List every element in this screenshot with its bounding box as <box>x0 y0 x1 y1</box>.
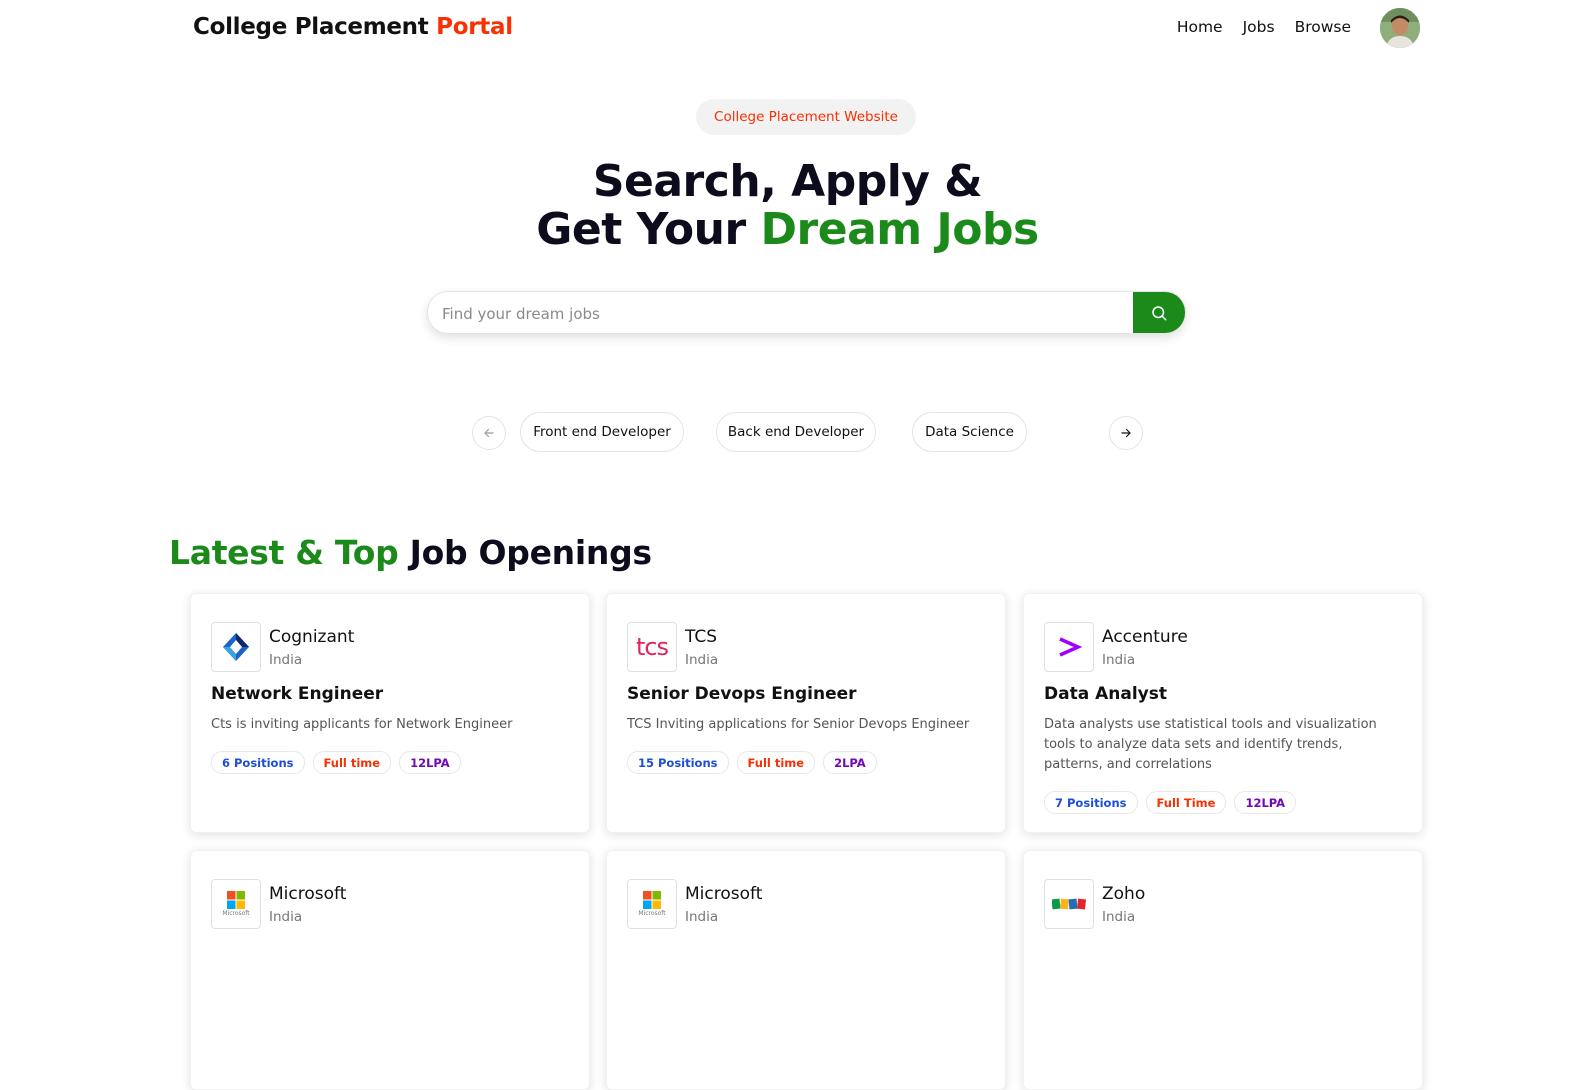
brand-accent: Portal <box>436 14 513 40</box>
category-chip[interactable]: Back end Developer <box>716 412 876 452</box>
job-card[interactable]: Zoho India <box>1023 850 1423 1090</box>
positions-badge: 7 Positions <box>1044 791 1138 814</box>
job-card[interactable]: Microsoft Microsoft India <box>606 850 1006 1090</box>
brand-logo[interactable]: College Placement Portal <box>193 14 513 40</box>
cognizant-logo-icon <box>223 633 249 661</box>
job-description: Cts is inviting applicants for Network E… <box>211 717 513 732</box>
brand-main: College Placement <box>193 14 429 40</box>
company-logo: Microsoft <box>211 879 261 929</box>
section-title-rest: Job Openings <box>409 533 652 572</box>
microsoft-logo-text: Microsoft <box>222 910 250 917</box>
job-location: India <box>685 909 719 925</box>
category-chip[interactable]: Front end Developer <box>520 412 684 452</box>
hero-headline: Search, Apply & Get Your Dream Jobs <box>0 158 1575 254</box>
accenture-logo-icon <box>1059 637 1083 657</box>
carousel-next-button[interactable] <box>1109 416 1143 450</box>
company-logo <box>1044 622 1094 672</box>
positions-badge: 6 Positions <box>211 751 305 774</box>
job-type-badge: Full time <box>736 751 816 774</box>
job-badges: 15 Positions Full time 2LPA <box>627 751 877 774</box>
section-title-accent: Latest & Top <box>169 533 399 572</box>
top-nav: Home Jobs Browse <box>1177 18 1351 36</box>
arrow-right-icon <box>1121 428 1131 438</box>
job-description: TCS Inviting applications for Senior Dev… <box>627 717 970 732</box>
positions-badge: 15 Positions <box>627 751 729 774</box>
nav-home-link[interactable]: Home <box>1177 18 1223 36</box>
job-title: Data Analyst <box>1044 684 1167 704</box>
company-name: Accenture <box>1102 627 1188 647</box>
job-title: Senior Devops Engineer <box>627 684 857 704</box>
job-card[interactable]: Microsoft Microsoft India <box>190 850 590 1090</box>
search-icon <box>1152 305 1167 320</box>
job-type-badge: Full time <box>312 751 392 774</box>
salary-badge: 12LPA <box>399 751 461 774</box>
job-location: India <box>269 652 303 668</box>
company-logo: Microsoft <box>627 879 677 929</box>
arrow-left-icon <box>484 428 494 438</box>
company-logo: tcs <box>627 622 677 672</box>
job-title: Network Engineer <box>211 684 384 704</box>
job-badges: 7 Positions Full Time 12LPA <box>1044 791 1297 814</box>
tcs-logo-icon: tcs <box>635 633 669 661</box>
zoho-logo-icon <box>1052 898 1086 910</box>
search-bar <box>427 291 1186 334</box>
job-badges: 6 Positions Full time 12LPA <box>211 751 461 774</box>
company-name: Zoho <box>1102 884 1146 904</box>
job-location: India <box>1102 909 1136 925</box>
microsoft-logo-icon <box>227 891 245 909</box>
job-card[interactable]: Cognizant India Network Engineer Cts is … <box>190 593 590 833</box>
section-title: Latest & Top Job Openings <box>169 533 652 572</box>
job-description: Data analysts use statistical tools and … <box>1044 717 1377 772</box>
company-logo <box>1044 879 1094 929</box>
microsoft-logo-text: Microsoft <box>638 910 666 917</box>
company-name: TCS <box>685 627 718 647</box>
headline-line2-prefix: Get Your <box>536 204 746 255</box>
company-name: Cognizant <box>269 627 355 647</box>
job-location: India <box>685 652 719 668</box>
company-name: Microsoft <box>685 884 763 904</box>
user-avatar[interactable] <box>1380 8 1420 48</box>
company-name: Microsoft <box>269 884 347 904</box>
salary-badge: 12LPA <box>1234 791 1297 814</box>
user-avatar-icon <box>1380 8 1420 48</box>
search-input[interactable] <box>440 292 1124 333</box>
carousel-prev-button[interactable] <box>472 416 506 450</box>
job-location: India <box>1102 652 1136 668</box>
company-logo <box>211 622 261 672</box>
headline-line2-accent: Dream Jobs <box>760 204 1040 255</box>
hero-tagline-badge: College Placement Website <box>696 99 916 135</box>
nav-jobs-link[interactable]: Jobs <box>1243 18 1275 36</box>
job-location: India <box>269 909 303 925</box>
microsoft-logo-icon <box>643 891 661 909</box>
search-button[interactable] <box>1133 292 1185 333</box>
nav-browse-link[interactable]: Browse <box>1295 18 1351 36</box>
salary-badge: 2LPA <box>823 751 877 774</box>
category-chip[interactable]: Data Science <box>912 412 1027 452</box>
job-type-badge: Full Time <box>1145 791 1227 814</box>
job-card[interactable]: Accenture India Data Analyst Data analys… <box>1023 593 1423 833</box>
headline-line1: Search, Apply & <box>592 156 983 207</box>
job-card[interactable]: tcs TCS India Senior Devops Engineer TCS… <box>606 593 1006 833</box>
